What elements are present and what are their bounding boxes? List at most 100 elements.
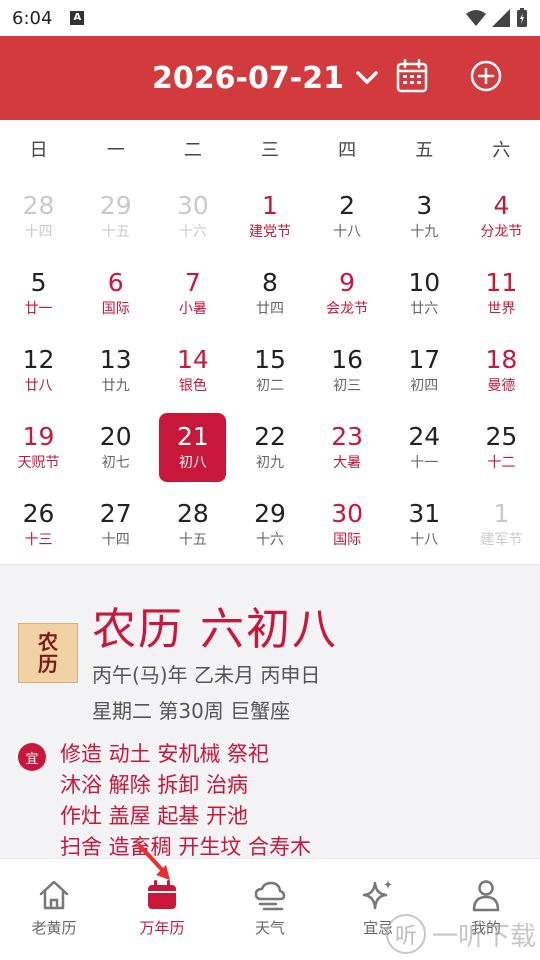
day-lunar-label: 会龙节 (326, 301, 369, 317)
weekday-sun: 日 (29, 140, 48, 161)
day-lunar-label: 建军节 (480, 532, 523, 548)
day-cell[interactable]: 22 初九 (231, 409, 308, 486)
day-lunar-label: 大暑 (333, 455, 362, 471)
day-number: 11 (485, 268, 518, 297)
calendar-grid: 28 十四 29 十五 30 十六 1 建党节 2 十八 3 十九 4 分龙节 5 廿一 6 国际 7 小暑 8 廿四 9 会… (0, 178, 540, 563)
weekday-header: 日 一 二 三 四 五 六 (0, 120, 540, 178)
status-a-badge: A (70, 11, 85, 25)
cloud-icon (254, 881, 286, 911)
header-date: 2026-07-21 (152, 60, 344, 96)
day-number: 4 (493, 191, 510, 220)
date-picker-button[interactable]: 2026-07-21 (152, 61, 378, 96)
tab-label: 万年历 (139, 919, 185, 937)
day-cell[interactable]: 16 初三 (309, 332, 386, 409)
day-cell[interactable]: 10 廿六 (386, 255, 463, 332)
day-lunar-label: 世界 (487, 301, 516, 317)
day-lunar-label: 十四 (24, 224, 53, 240)
add-button[interactable] (468, 58, 504, 94)
day-cell[interactable]: 29 十六 (231, 486, 308, 563)
calendar-header: 2026-07-21 (0, 36, 540, 120)
day-number: 3 (416, 191, 433, 220)
day-cell[interactable]: 1 建军节 (463, 486, 540, 563)
tab-label: 老黄历 (31, 919, 77, 937)
day-number: 24 (408, 422, 441, 451)
signal-icon (492, 9, 510, 27)
day-cell[interactable]: 12 廿八 (0, 332, 77, 409)
day-cell[interactable]: 25 十二 (463, 409, 540, 486)
day-cell[interactable]: 28 十四 (0, 178, 77, 255)
day-cell[interactable]: 1 建党节 (231, 178, 308, 255)
day-cell[interactable]: 3 十九 (386, 178, 463, 255)
day-cell[interactable]: 9 会龙节 (309, 255, 386, 332)
day-lunar-label: 廿九 (101, 378, 130, 394)
day-lunar-label: 十二 (487, 455, 516, 471)
day-number: 29 (254, 499, 286, 528)
day-cell-selected[interactable]: 21 初八 (154, 409, 231, 486)
day-number: 13 (99, 345, 132, 374)
day-lunar-label: 廿六 (410, 301, 439, 317)
day-cell[interactable]: 28 十五 (154, 486, 231, 563)
tab-almanac[interactable]: 老黄历 (0, 859, 108, 960)
watermark: 听 一听下载 (385, 914, 536, 954)
day-cell[interactable]: 18 曼德 (463, 332, 540, 409)
day-cell[interactable]: 19 天贶节 (0, 409, 77, 486)
day-lunar-label: 初八 (178, 455, 207, 471)
day-cell[interactable]: 31 十八 (386, 486, 463, 563)
today-calendar-button[interactable] (394, 58, 430, 94)
sparkle-icon (362, 880, 392, 910)
day-number: 26 (22, 499, 55, 528)
day-lunar-label: 十九 (410, 224, 439, 240)
day-lunar-label: 廿一 (24, 301, 53, 317)
chevron-down-icon (356, 71, 378, 84)
day-lunar-label: 十五 (101, 224, 130, 240)
status-bar: 6:04 A (0, 0, 540, 36)
day-cell[interactable]: 20 初七 (77, 409, 154, 486)
day-number: 1 (262, 191, 278, 220)
day-number: 9 (339, 268, 356, 297)
weekday-thu: 四 (338, 140, 357, 161)
day-lunar-label: 十八 (410, 532, 439, 548)
day-cell[interactable]: 24 十一 (386, 409, 463, 486)
day-number: 21 (176, 422, 209, 451)
day-cell[interactable]: 14 银色 (154, 332, 231, 409)
day-cell[interactable]: 4 分龙节 (463, 178, 540, 255)
yi-line: 作灶 盖屋 起基 开池 (60, 804, 249, 828)
day-lunar-label: 十八 (333, 224, 362, 240)
day-lunar-label: 十一 (410, 455, 439, 471)
yi-list[interactable]: 修造 动土 安机械 祭祀 沐浴 解除 拆卸 治病 作灶 盖屋 起基 开池 扫舍 … (60, 739, 311, 863)
day-cell[interactable]: 26 十三 (0, 486, 77, 563)
battery-icon (517, 8, 527, 27)
day-cell[interactable]: 8 廿四 (231, 255, 308, 332)
day-lunar-label: 十五 (178, 532, 207, 548)
weekday-wed: 三 (260, 140, 279, 161)
day-cell[interactable]: 5 廿一 (0, 255, 77, 332)
day-lunar-label: 建党节 (248, 224, 291, 240)
day-lunar-label: 曼德 (487, 378, 516, 394)
day-cell[interactable]: 30 十六 (154, 178, 231, 255)
day-number: 8 (262, 268, 278, 297)
day-cell[interactable]: 27 十四 (77, 486, 154, 563)
day-number: 17 (408, 345, 441, 374)
day-cell[interactable]: 23 大暑 (309, 409, 386, 486)
tab-weather[interactable]: 天气 (216, 859, 324, 960)
day-cell[interactable]: 30 国际 (309, 486, 386, 563)
day-cell[interactable]: 29 十五 (77, 178, 154, 255)
day-cell[interactable]: 13 廿九 (77, 332, 154, 409)
yi-line: 修造 动土 安机械 祭祀 (60, 742, 270, 766)
day-cell[interactable]: 17 初四 (386, 332, 463, 409)
day-cell[interactable]: 7 小暑 (154, 255, 231, 332)
status-icons (466, 8, 528, 28)
day-number: 1 (493, 499, 510, 528)
status-time: 6:04 (12, 7, 53, 29)
logo-char-bottom: 历 (38, 652, 58, 676)
day-lunar-label: 廿四 (255, 301, 284, 317)
day-cell[interactable]: 15 初二 (231, 332, 308, 409)
day-cell[interactable]: 6 国际 (77, 255, 154, 332)
day-cell[interactable]: 11 世界 (463, 255, 540, 332)
yi-line: 沐浴 解除 拆卸 治病 (60, 773, 249, 797)
day-number: 18 (485, 345, 518, 374)
day-cell[interactable]: 2 十八 (309, 178, 386, 255)
day-lunar-label: 初七 (101, 455, 130, 471)
lunar-date-title: 农历 六初八 (92, 604, 338, 655)
weekday-fri: 五 (415, 140, 434, 161)
